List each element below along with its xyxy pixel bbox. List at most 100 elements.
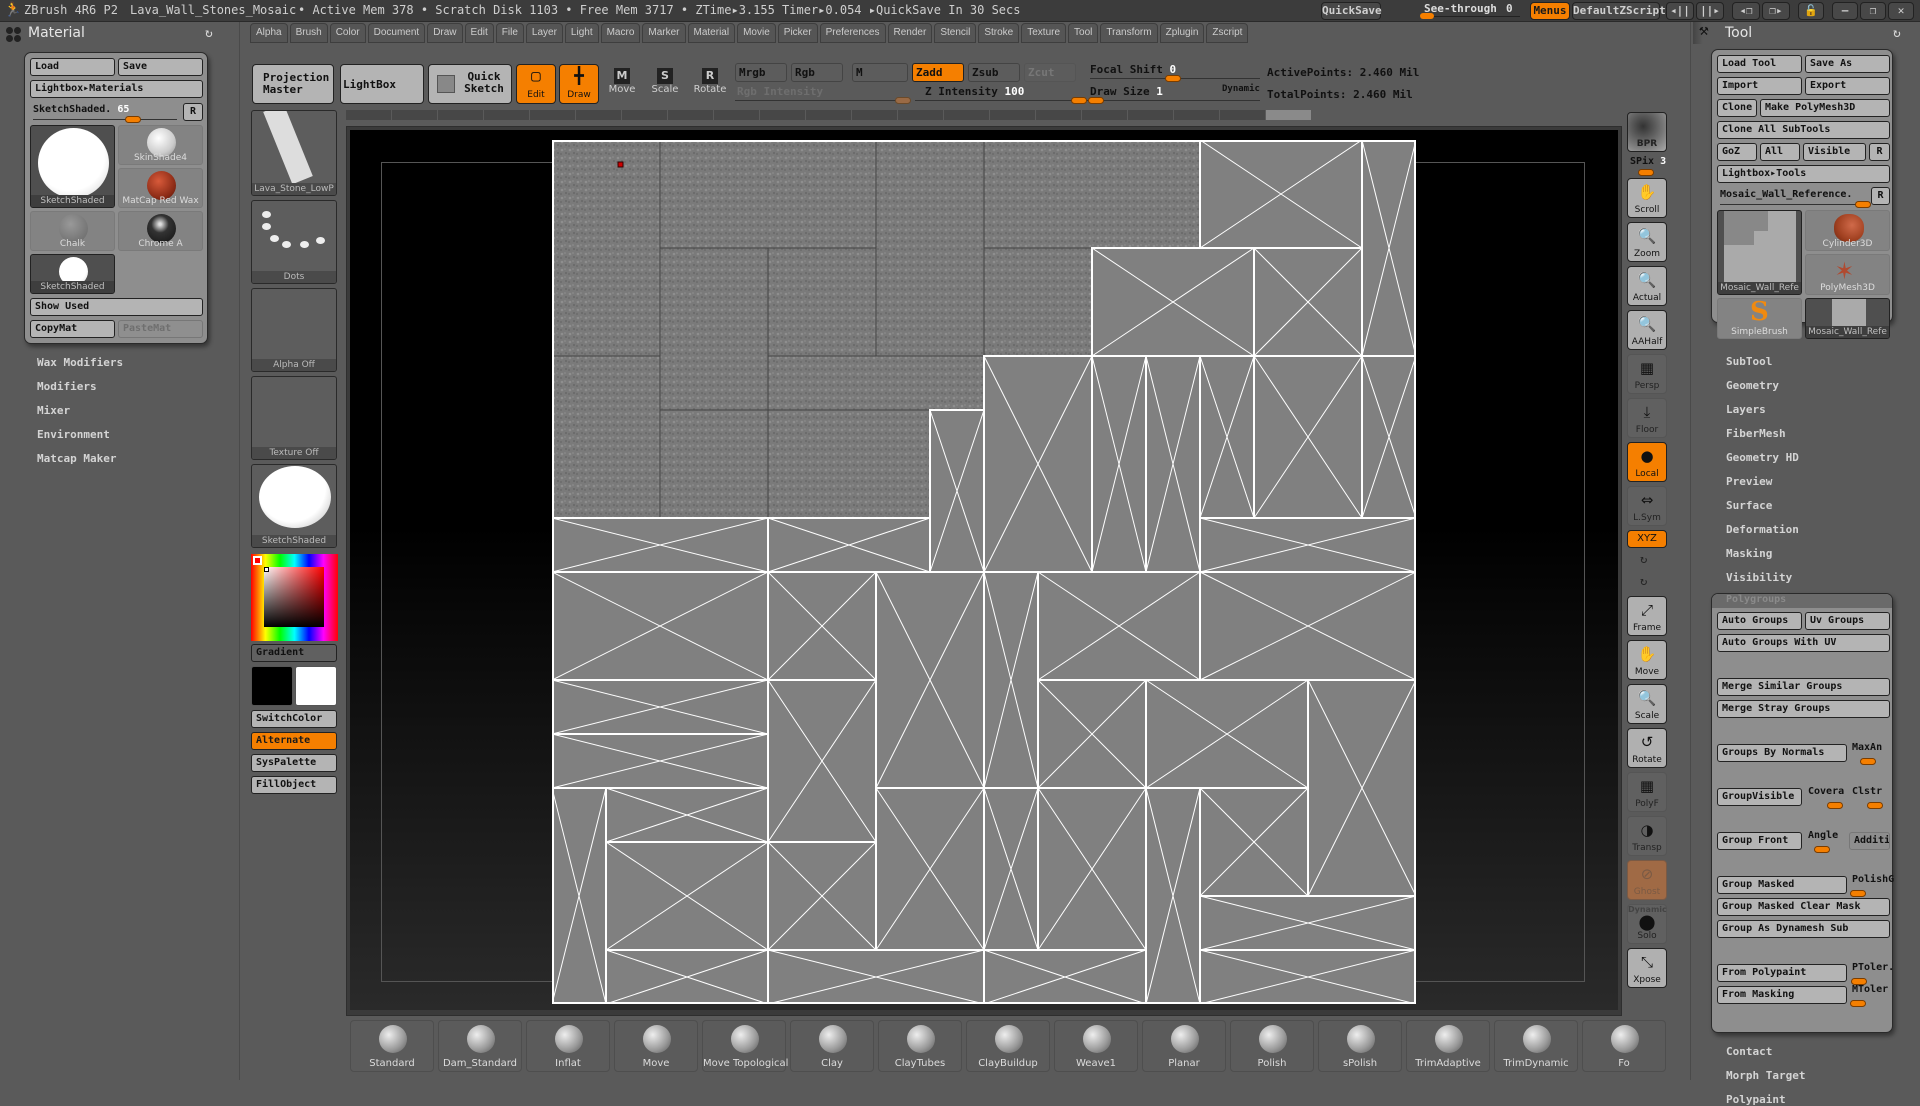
copy-mat-button[interactable]: CopyMat [30,320,115,338]
hue-indicator[interactable] [253,556,262,565]
brush-trimadaptive[interactable]: TrimAdaptive [1406,1020,1490,1072]
save-button[interactable]: Save [118,58,203,76]
syspalette-button[interactable]: SysPalette [251,754,337,772]
subtool-section[interactable]: SubTool [1726,355,1772,368]
menu-material[interactable]: Material [687,23,736,43]
menu-preferences[interactable]: Preferences [819,23,886,43]
layers-section[interactable]: Layers [1726,403,1766,416]
morph-target-section[interactable]: Morph Target [1726,1069,1805,1082]
from-masking-button[interactable]: From Masking [1717,986,1847,1004]
zoom-button[interactable]: 🔍 Zoom [1627,222,1667,262]
m-button[interactable]: M [852,63,908,82]
rotate-y-icon[interactable]: ↻ [1640,552,1647,566]
brush-standard[interactable]: Standard [350,1020,434,1072]
menu-zplugin[interactable]: Zplugin [1159,23,1205,43]
save-as-button[interactable]: Save As [1805,55,1890,73]
auto-groups-button[interactable]: Auto Groups [1717,612,1802,630]
alternate-button[interactable]: Alternate [251,732,337,750]
refresh-icon[interactable]: ↻ [1893,26,1901,41]
material-thumb[interactable]: MatCap Red Wax [118,168,203,208]
brush-polish[interactable]: Polish [1230,1020,1314,1072]
goz-button[interactable]: GoZ [1717,143,1757,161]
layout-prev-icon[interactable]: ◂❐ [1732,2,1760,20]
menu-brush[interactable]: Brush [289,23,328,43]
bpr-button[interactable]: BPR [1627,112,1667,152]
move-button[interactable]: M Move [602,64,642,104]
color-picker[interactable] [251,554,338,641]
menu-texture[interactable]: Texture [1021,23,1067,43]
shelf-left-icon[interactable]: ◂|| [1666,2,1694,20]
show-used-button[interactable]: Show Used [30,298,203,316]
alpha-thumb[interactable]: Alpha Off [251,288,337,372]
brush-spolish[interactable]: sPolish [1318,1020,1402,1072]
contact-section[interactable]: Contact [1726,1045,1772,1058]
material-thumb[interactable]: Chrome A [118,211,203,251]
matcap-maker-section[interactable]: Matcap Maker [37,452,116,465]
zcut-button[interactable]: Zcut [1024,63,1076,82]
main-color-swatch[interactable] [251,666,293,706]
clstr-knob[interactable] [1867,802,1883,809]
group-masked-button[interactable]: Group Masked [1717,876,1847,894]
zsub-button[interactable]: Zsub [968,63,1020,82]
from-polypaint-button[interactable]: From Polypaint [1717,964,1847,982]
current-tool-thumb[interactable]: Lava_Stone_LowP [251,110,337,196]
menu-light[interactable]: Light [564,23,599,43]
menu-render[interactable]: Render [887,23,933,43]
menu-color[interactable]: Color [329,23,366,43]
polygroups-header[interactable]: Polygroups [1712,594,1892,608]
goz-r-button[interactable]: R [1869,143,1890,161]
see-through-knob[interactable] [1420,13,1434,19]
environment-section[interactable]: Environment [37,428,110,441]
dynamic-toggle[interactable]: Dynamic [1222,84,1260,94]
material-thumb[interactable]: SkinShade4 [118,125,203,165]
geometry-hd-section[interactable]: Geometry HD [1726,451,1799,464]
mrgb-button[interactable]: Mrgb [735,63,787,82]
auto-groups-with-uv-button[interactable]: Auto Groups With UV [1717,634,1890,652]
uv-groups-button[interactable]: Uv Groups [1805,612,1890,630]
xyz-button[interactable]: XYZ [1627,530,1667,548]
menus-button[interactable]: Menus [1530,2,1570,20]
document-canvas[interactable] [350,130,1618,1010]
menu-zscript[interactable]: Zscript [1206,23,1249,43]
groups-by-normals-button[interactable]: Groups By Normals [1717,744,1847,762]
tool-thumb[interactable]: S SimpleBrush [1717,298,1802,339]
scale-button[interactable]: S Scale [645,64,685,104]
modifiers-section[interactable]: Modifiers [37,380,97,393]
zadd-button[interactable]: Zadd [912,63,964,82]
scroll-button[interactable]: ✋ Scroll [1627,178,1667,218]
brush-trimdynamic[interactable]: TrimDynamic [1494,1020,1578,1072]
secondary-color-swatch[interactable] [295,666,337,706]
brush-fo[interactable]: Fo [1582,1020,1666,1072]
stroke-thumb[interactable]: Dots [251,200,337,284]
brush-clay[interactable]: Clay [790,1020,874,1072]
brush-move[interactable]: Move [614,1020,698,1072]
scale-view-button[interactable]: 🔍 Scale [1627,684,1667,724]
draw-button[interactable]: ╋ Draw [559,64,599,104]
focal-shift-knob[interactable] [1165,75,1181,82]
visibility-section[interactable]: Visibility [1726,571,1792,584]
layout-next-icon[interactable]: ❐▸ [1762,2,1790,20]
brush-planar[interactable]: Planar [1142,1020,1226,1072]
rotate-button[interactable]: R Rotate [690,64,730,104]
default-zscript-button[interactable]: DefaultZScript [1572,2,1666,20]
fill-object-button[interactable]: FillObject [251,776,337,794]
quick-sketch-button[interactable]: Quick Sketch [428,64,512,104]
wax-modifiers-section[interactable]: Wax Modifiers [37,356,123,369]
aahalf-button[interactable]: 🔍 AAHalf [1627,310,1667,350]
material-slider-knob[interactable] [125,116,141,123]
preview-section[interactable]: Preview [1726,475,1772,488]
menu-file[interactable]: File [495,23,524,43]
menu-document[interactable]: Document [367,23,426,43]
brush-claybuildup[interactable]: ClayBuildup [966,1020,1050,1072]
rgb-intensity-knob[interactable] [895,97,911,104]
menu-layer[interactable]: Layer [525,23,563,43]
mtoler-knob[interactable] [1850,1000,1866,1007]
group-as-dynamesh-sub-button[interactable]: Group As Dynamesh Sub [1717,920,1890,938]
solo-button[interactable]: Dynamic ⬤ Solo [1627,904,1667,944]
make-polymesh3d-button[interactable]: Make PolyMesh3D [1760,99,1890,117]
texture-thumb[interactable]: Texture Off [251,376,337,460]
xpose-button[interactable]: ⤡ Xpose [1627,948,1667,988]
material-thumb[interactable]: Chalk [30,211,115,251]
menu-stroke[interactable]: Stroke [978,23,1020,43]
merge-similar-groups-button[interactable]: Merge Similar Groups [1717,678,1890,696]
